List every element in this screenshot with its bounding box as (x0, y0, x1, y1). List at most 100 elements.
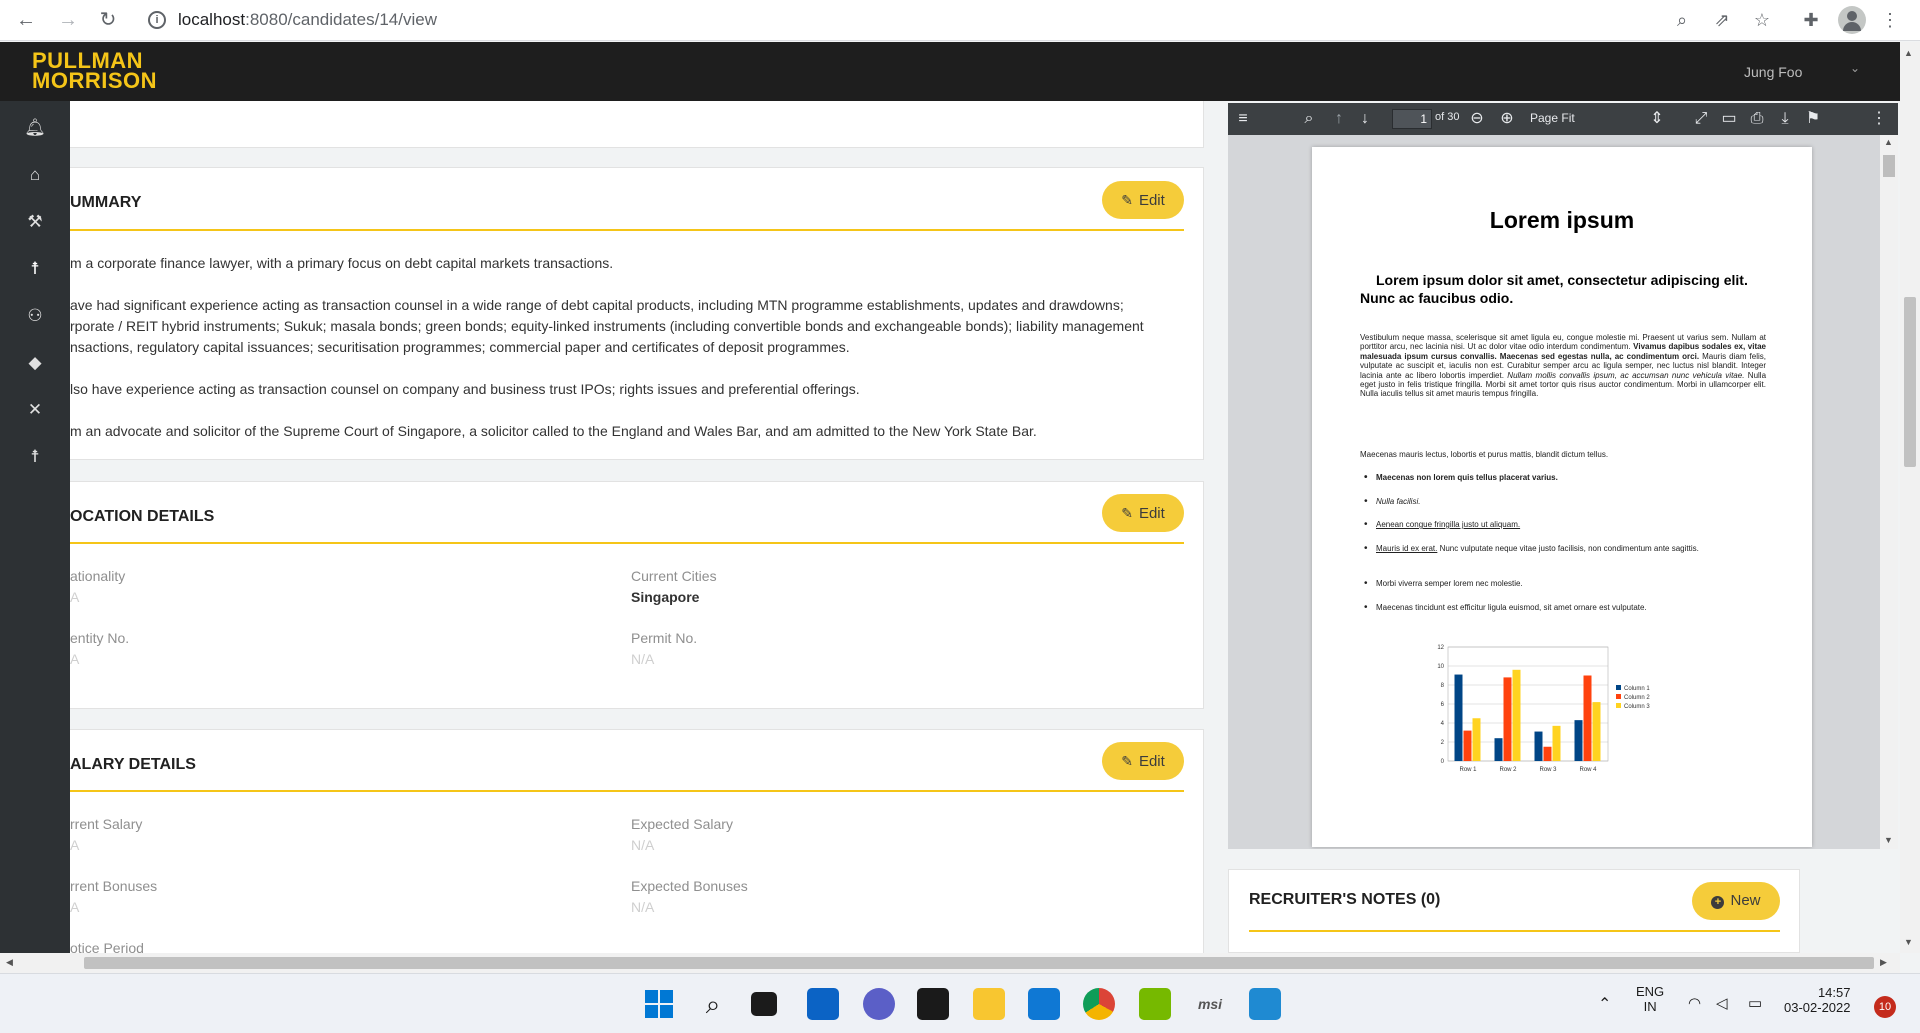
mail-icon[interactable] (1028, 988, 1060, 1020)
scroll-up-arrow-icon[interactable]: ▲ (1904, 48, 1913, 58)
edit-label: Edit (1138, 753, 1165, 770)
search-icon[interactable]: ⌕ (697, 988, 729, 1020)
clock[interactable]: 14:57 03-02-2022 (1784, 985, 1851, 1015)
share-icon[interactable]: ⇗ (1708, 6, 1736, 34)
person-icon[interactable]: ☨ (20, 442, 50, 472)
zoom-icon[interactable]: ⌕ (1668, 6, 1696, 34)
bookmark-star-icon[interactable]: ☆ (1748, 6, 1776, 34)
pdf-scrollbar[interactable]: ▲ ▼ (1880, 135, 1898, 849)
pdf-viewer[interactable]: ≡ ⌕ ↑ ↓ 1 of 30 ⊖ ⊕ Page Fit ⇕ ⤢ ▭ ⎙ ⤓ ⚑… (1228, 103, 1898, 849)
reload-icon[interactable]: ↻ (92, 4, 124, 36)
page-number-input[interactable]: 1 (1392, 109, 1432, 129)
tag-icon[interactable]: ◆ (20, 348, 50, 378)
open-file-icon[interactable]: ▭ (1718, 108, 1740, 130)
chart-legend-swatch (1616, 694, 1621, 699)
candidate-icon[interactable]: ☨ (20, 254, 50, 284)
bookmark-icon[interactable]: ⚑ (1802, 108, 1824, 130)
download-icon[interactable]: ⤓ (1774, 108, 1796, 130)
msi-dragon-icon[interactable] (917, 988, 949, 1020)
salary-rule (70, 790, 1184, 792)
chrome-icon[interactable] (1083, 988, 1115, 1020)
hammer-icon[interactable]: ⚒ (20, 207, 50, 237)
group-icon[interactable]: ⚇ (20, 301, 50, 331)
print-icon[interactable]: ⎙ (1746, 108, 1768, 130)
scroll-down-arrow-icon[interactable]: ▼ (1904, 937, 1913, 947)
bell-icon[interactable]: 🔔︎ (20, 113, 50, 143)
new-note-button[interactable]: + New (1692, 882, 1780, 920)
chart-y-tick-label: 12 (1437, 645, 1444, 651)
doc-list-item-3-link[interactable]: Aenean congue fringilla justo ut aliquam… (1376, 520, 1520, 529)
zoom-select[interactable]: Page Fit (1530, 111, 1575, 125)
vscode-icon[interactable] (1249, 988, 1281, 1020)
fullscreen-icon[interactable]: ⤢ (1690, 108, 1712, 130)
user-name[interactable]: Jung Foo (1744, 64, 1802, 80)
previous-page-icon[interactable]: ↑ (1328, 108, 1350, 130)
search-icon[interactable]: ⌕ (1298, 108, 1320, 130)
summary-paragraph-4: m an advocate and solicitor of the Supre… (70, 423, 1037, 439)
location-rule (70, 542, 1184, 544)
zoom-in-icon[interactable]: ⊕ (1496, 108, 1518, 130)
task-view-icon[interactable] (751, 992, 777, 1016)
browser-toolbar: ← → ↻ i localhost:8080/candidates/14/vie… (0, 0, 1920, 41)
expected-salary-label: Expected Salary (631, 816, 733, 832)
page-vertical-scrollbar-thumb[interactable] (1904, 297, 1916, 467)
salary-edit-button[interactable]: ✎ Edit (1102, 742, 1184, 780)
recruiter-notes-title: RECRUITER'S NOTES (0) (1249, 891, 1441, 908)
page-count: of 30 (1435, 111, 1460, 123)
doc-subtitle: Lorem ipsum dolor sit amet, consectetur … (1360, 272, 1748, 306)
tools-icon[interactable]: ✕ (20, 395, 50, 425)
address-bar[interactable]: i localhost:8080/candidates/14/view (136, 3, 1646, 37)
chart-bar (1583, 675, 1592, 761)
battery-icon[interactable]: ▭ (1748, 994, 1762, 1012)
info-icon[interactable]: i (148, 11, 166, 29)
main-content: UMMARY ✎ Edit m a corporate finance lawye… (70, 101, 1228, 953)
scroll-down-arrow-icon[interactable]: ▼ (1884, 835, 1893, 845)
notification-badge[interactable]: 10 (1874, 996, 1896, 1018)
chevron-up-icon[interactable]: ⌃ (1598, 994, 1611, 1014)
logo[interactable]: PULLMAN MORRISON (32, 50, 157, 92)
zoom-select-arrows-icon[interactable]: ⇕ (1646, 108, 1668, 130)
windows-start-icon[interactable] (643, 988, 675, 1020)
home-icon[interactable]: ⌂ (20, 160, 50, 190)
file-explorer-icon[interactable] (973, 988, 1005, 1020)
current-salary-value: A (70, 837, 80, 853)
pdf-toolbar: ≡ ⌕ ↑ ↓ 1 of 30 ⊖ ⊕ Page Fit ⇕ ⤢ ▭ ⎙ ⤓ ⚑… (1228, 103, 1898, 135)
url-path: :8080/candidates/14/view (245, 10, 437, 29)
doc-list-item-3: Aenean congue fringilla justo ut aliquam… (1364, 520, 1766, 530)
forward-arrow-icon[interactable]: → (52, 4, 84, 36)
wifi-icon[interactable]: ◠ (1688, 994, 1701, 1012)
volume-icon[interactable]: ◁ (1716, 994, 1728, 1012)
new-label: New (1730, 892, 1761, 909)
widgets-icon[interactable] (807, 988, 839, 1020)
scroll-right-arrow-icon[interactable]: ▶ (1880, 957, 1887, 968)
page-horizontal-scrollbar[interactable]: ◀ ▶ (0, 953, 1900, 973)
location-card: OCATION DETAILS ✎ Edit ationality A Curre… (70, 481, 1204, 709)
windows-taskbar: ⌕ msi ⌃ ENG IN ◠ ◁ ▭ 14:57 03-02-2022 10 (0, 973, 1920, 1033)
current-cities-value: Singapore (631, 589, 700, 605)
scroll-up-arrow-icon[interactable]: ▲ (1884, 137, 1893, 147)
chevron-down-icon[interactable]: ⌄ (1850, 61, 1860, 75)
clock-date: 03-02-2022 (1784, 1000, 1851, 1015)
nvidia-icon[interactable] (1139, 988, 1171, 1020)
back-arrow-icon[interactable]: ← (10, 4, 42, 36)
page-vertical-scrollbar[interactable]: ▲ ▼ (1900, 42, 1920, 953)
menu-kebab-icon[interactable]: ⋮ (1876, 6, 1904, 34)
scroll-left-arrow-icon[interactable]: ◀ (6, 957, 13, 968)
page-horizontal-scrollbar-thumb[interactable] (84, 957, 1874, 969)
profile-avatar[interactable] (1838, 6, 1866, 34)
sidebar-toggle-icon[interactable]: ≡ (1232, 108, 1254, 130)
location-edit-button[interactable]: ✎ Edit (1102, 494, 1184, 532)
chat-icon[interactable] (863, 988, 895, 1020)
summary-edit-button[interactable]: ✎ Edit (1102, 181, 1184, 219)
next-page-icon[interactable]: ↓ (1354, 108, 1376, 130)
zoom-out-icon[interactable]: ⊖ (1466, 108, 1488, 130)
pdf-scrollbar-thumb[interactable] (1883, 155, 1895, 177)
tools-menu-icon[interactable]: ⋮ (1868, 108, 1890, 130)
language-indicator[interactable]: ENG IN (1636, 984, 1664, 1014)
summary-paragraph-2a: ave had significant experience acting as… (70, 297, 1124, 313)
msi-icon[interactable]: msi (1194, 988, 1226, 1020)
chart-bar (1592, 702, 1601, 761)
current-bonuses-value: A (70, 899, 80, 915)
doc-list-item-4-link[interactable]: Mauris id ex erat. (1376, 544, 1437, 553)
extensions-icon[interactable]: ✚ (1797, 6, 1825, 34)
